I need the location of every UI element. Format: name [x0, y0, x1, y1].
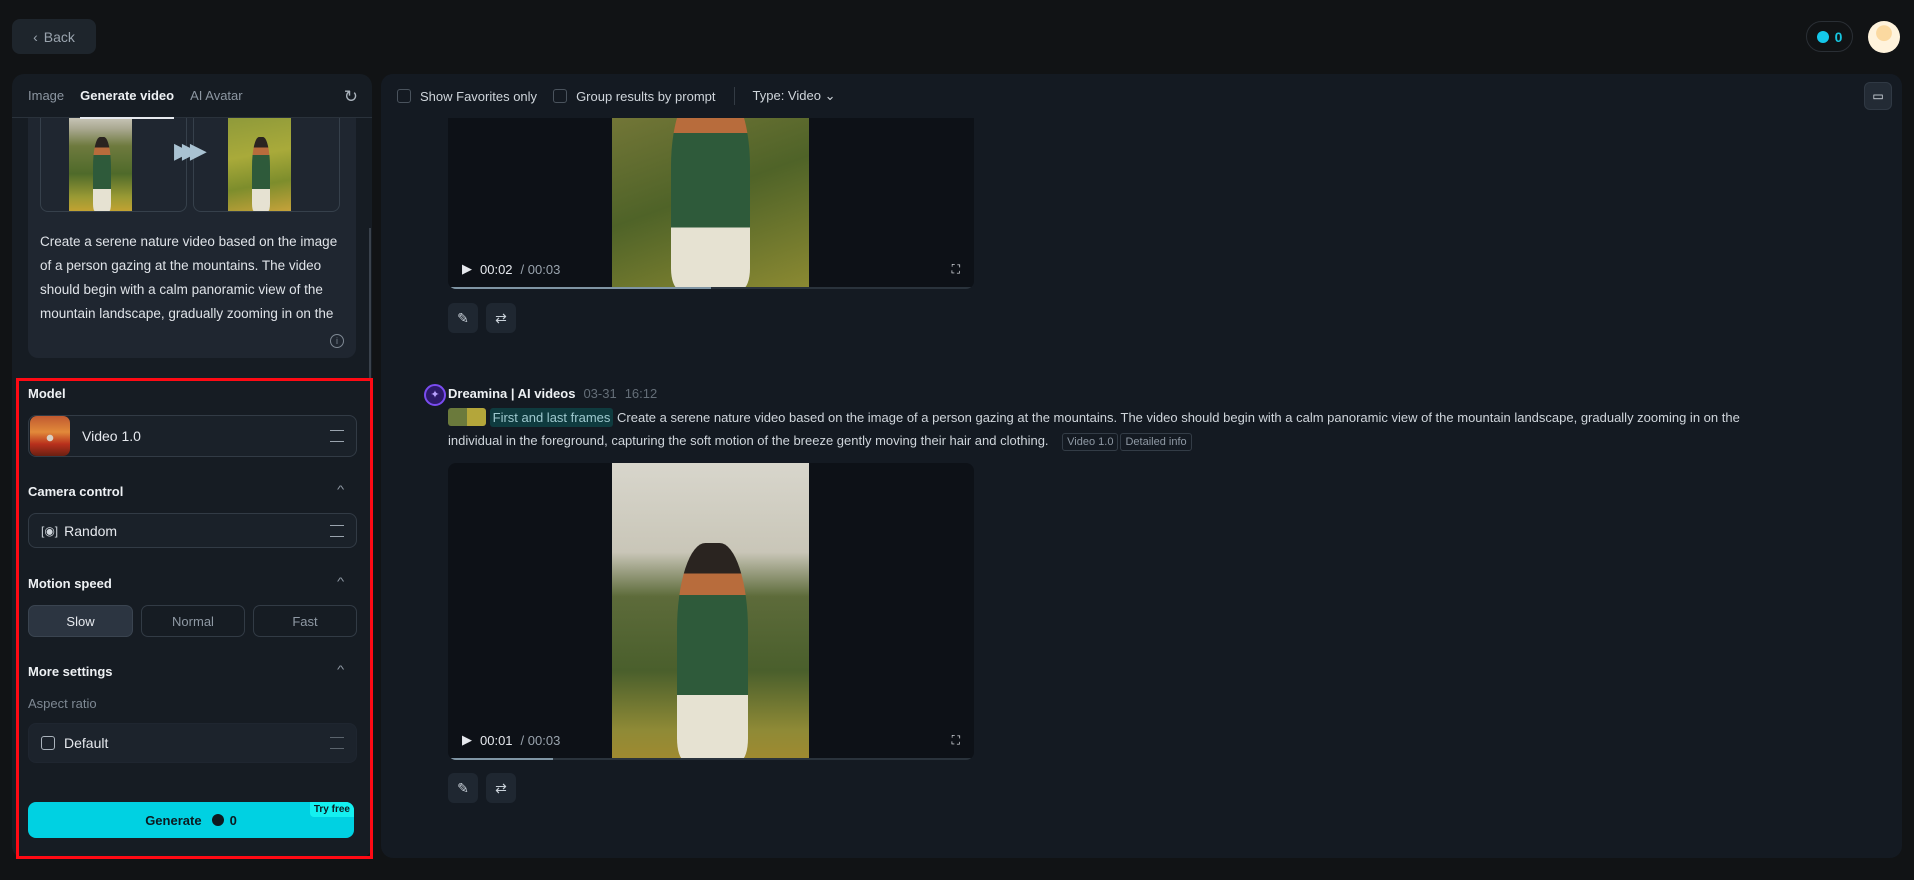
mode-tabs: Image Generate video AI Avatar ↻	[12, 74, 372, 119]
user-avatar[interactable]	[1868, 21, 1900, 53]
regenerate-icon[interactable]: ⇄	[486, 303, 516, 333]
chevron-left-icon: ‹	[33, 28, 38, 45]
favorites-label[interactable]: Show Favorites only	[420, 89, 537, 104]
play-icon[interactable]: ▶	[462, 261, 472, 277]
credit-coin-icon	[1816, 30, 1829, 43]
scrollbar[interactable]	[369, 228, 371, 378]
fullscreen-icon[interactable]: ⛶	[952, 262, 960, 277]
group-label[interactable]: Group results by prompt	[576, 89, 715, 104]
fullscreen-icon[interactable]: ⛶	[952, 733, 960, 748]
frames-thumbnail	[448, 408, 486, 426]
tab-generate-video[interactable]: Generate video	[80, 74, 174, 119]
folder-icon[interactable]: ▭	[1864, 82, 1892, 110]
tab-ai-avatar[interactable]: AI Avatar	[190, 74, 243, 118]
dreamina-avatar: ✦	[424, 384, 446, 406]
video-frame	[612, 463, 809, 760]
video-frame	[612, 94, 809, 289]
video-player[interactable]: ▶ 00:01/ 00:03 ⛶	[448, 463, 974, 760]
reset-icon[interactable]: ↻	[344, 87, 358, 107]
results-toolbar: Show Favorites only Group results by pro…	[381, 74, 1902, 118]
info-icon[interactable]: i	[330, 334, 344, 348]
regenerate-icon[interactable]: ⇄	[486, 773, 516, 803]
back-button[interactable]: ‹ Back	[12, 19, 96, 54]
prompt-card[interactable]: ▶▶▶ Create a serene nature video based o…	[28, 118, 356, 358]
video-progress[interactable]	[448, 758, 974, 760]
detailed-info-button[interactable]: Detailed info	[1120, 433, 1192, 451]
model-tag: Video 1.0	[1062, 433, 1119, 451]
last-frame[interactable]	[193, 118, 340, 212]
favorites-checkbox[interactable]	[397, 89, 411, 103]
group-checkbox[interactable]	[553, 89, 568, 103]
credits-badge[interactable]: 0	[1806, 21, 1853, 52]
video-progress[interactable]	[448, 287, 974, 289]
first-frame[interactable]	[40, 118, 187, 212]
play-icon[interactable]: ▶	[462, 732, 472, 748]
transition-arrows-icon: ▶▶▶	[174, 138, 207, 163]
video-player[interactable]: ▶ 00:02/ 00:03 ⛶	[448, 94, 974, 289]
edit-icon[interactable]: ✎	[448, 773, 478, 803]
prompt-text[interactable]: Create a serene nature video based on th…	[40, 230, 346, 322]
type-filter-dropdown[interactable]: Type: Video ⌄	[753, 88, 836, 104]
frames-tag: First and last frames	[489, 408, 614, 427]
tab-image[interactable]: Image	[28, 74, 64, 118]
divider	[733, 87, 735, 105]
chevron-down-icon: ⌄	[824, 88, 836, 103]
generation-prompt: First and last frames Create a serene na…	[448, 406, 1788, 452]
generation-header: Dreamina | AI videos 03-31 16:12	[448, 386, 658, 401]
highlight-box	[16, 378, 373, 859]
edit-icon[interactable]: ✎	[448, 303, 478, 333]
